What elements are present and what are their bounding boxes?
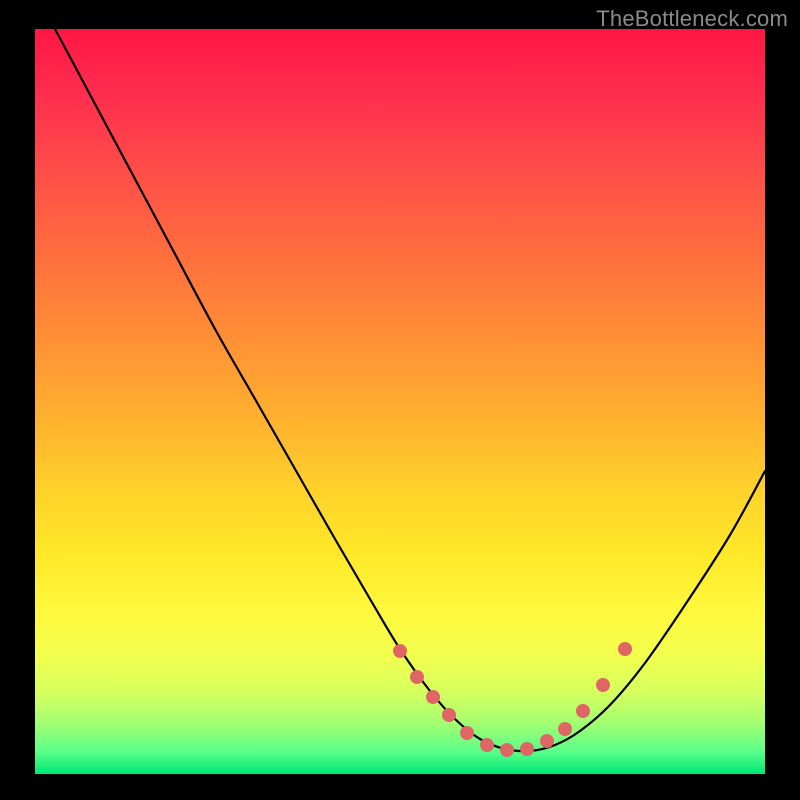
sample-dot [411, 671, 424, 684]
sample-dot [461, 727, 474, 740]
sample-dot [501, 744, 514, 757]
sample-dot [619, 643, 632, 656]
sample-dot [394, 645, 407, 658]
sample-dot [577, 705, 590, 718]
sample-dot [443, 709, 456, 722]
sample-dot [481, 739, 494, 752]
sample-dot [597, 679, 610, 692]
chart-svg [35, 29, 765, 774]
plot-area [35, 29, 765, 774]
sample-dot [559, 723, 572, 736]
watermark-text: TheBottleneck.com [596, 6, 788, 32]
sample-dot [541, 735, 554, 748]
bottleneck-curve [55, 29, 765, 751]
sample-dot [427, 691, 440, 704]
sample-dot [521, 743, 534, 756]
chart-frame: TheBottleneck.com [0, 0, 800, 800]
sample-dots-group [394, 643, 632, 757]
